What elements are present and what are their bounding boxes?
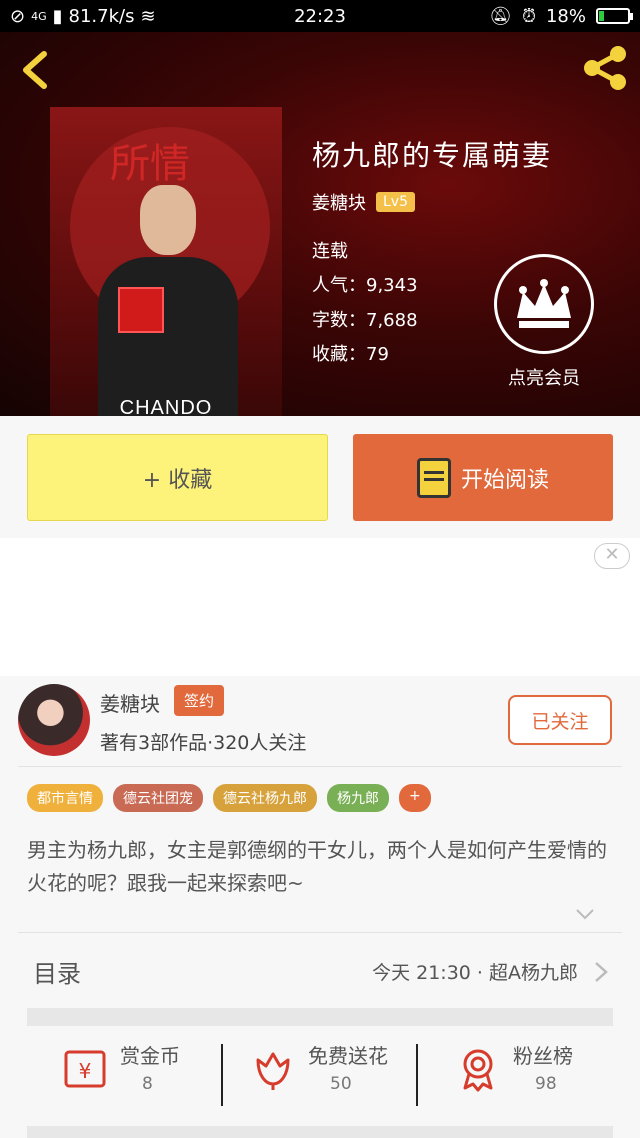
stat-value: 8 bbox=[142, 1074, 153, 1094]
medal-icon bbox=[463, 1049, 493, 1092]
book-author[interactable]: 姜糖块 bbox=[312, 189, 366, 215]
author-info: 著有3部作品·320人关注 bbox=[100, 732, 307, 754]
fan-ranking[interactable]: 粉丝榜 98 bbox=[455, 1040, 640, 1110]
crown-icon bbox=[517, 279, 571, 328]
author-card: 姜糖块 签约 著有3部作品·320人关注 已关注 都市言情 德云社团宠 德云社杨… bbox=[0, 676, 640, 1138]
book-word-count: 字数：7,688 bbox=[312, 310, 418, 331]
add-tag-button[interactable]: + bbox=[399, 784, 431, 812]
book-popularity: 人气：9,343 bbox=[312, 275, 418, 296]
section-separator bbox=[27, 1008, 613, 1026]
chevron-right-icon bbox=[595, 962, 608, 982]
signed-badge: 签约 bbox=[174, 685, 225, 716]
stat-value: 98 bbox=[535, 1074, 557, 1094]
clock: 22:23 bbox=[294, 5, 346, 27]
section-separator bbox=[27, 1126, 613, 1138]
chevron-down-icon[interactable] bbox=[575, 904, 595, 924]
start-reading-button[interactable]: 开始阅读 bbox=[353, 434, 613, 521]
cover-calligraphy: 所情 bbox=[110, 141, 190, 187]
svg-text:¥: ¥ bbox=[79, 1059, 92, 1083]
avatar[interactable] bbox=[18, 684, 90, 756]
no-sim-icon: ⊘ bbox=[10, 5, 26, 27]
stat-name: 粉丝榜 bbox=[513, 1044, 573, 1068]
collect-button[interactable]: + 收藏 bbox=[27, 434, 328, 521]
mute-icon: 🔕︎ bbox=[489, 5, 512, 27]
network-type: 4G bbox=[31, 9, 47, 23]
author-name[interactable]: 姜糖块 bbox=[100, 688, 160, 717]
level-badge: Lv5 bbox=[376, 192, 415, 212]
book-icon bbox=[416, 457, 451, 498]
tag-item[interactable]: 德云社杨九郎 bbox=[213, 784, 317, 812]
stats-bar: ¥ 赏金币 8 免费送花 50 粉丝榜 98 bbox=[0, 1026, 640, 1126]
battery-icon bbox=[596, 8, 633, 24]
latest-chapter: 今天 21:30 · 超A杨九郎 bbox=[372, 962, 578, 984]
table-of-contents-row[interactable]: 目录 今天 21:30 · 超A杨九郎 bbox=[0, 932, 640, 1008]
battery-fill bbox=[599, 11, 605, 21]
book-status: 连载 bbox=[312, 241, 348, 262]
book-author-row: 姜糖块 Lv5 bbox=[312, 189, 415, 215]
book-header: 所情 CHANDO 杨九郎的专属萌妻 姜糖块 Lv5 连载 人气：9,343 字… bbox=[0, 32, 640, 416]
cover-person-head bbox=[140, 185, 196, 255]
cover-brand: CHANDO bbox=[119, 397, 213, 416]
crown-ring bbox=[494, 254, 594, 354]
status-bar: ⊘ 4G ▮ 81.7k/s ≋ 22:23 🔕︎ ⏰︎ 18% bbox=[0, 0, 640, 32]
network-speed: 81.7k/s bbox=[68, 5, 135, 27]
tag-item[interactable]: 德云社团宠 bbox=[113, 784, 203, 812]
stat-separator bbox=[221, 1044, 223, 1106]
back-icon[interactable] bbox=[14, 48, 58, 92]
flower-icon bbox=[256, 1052, 290, 1090]
wifi-icon: ≋ bbox=[140, 5, 156, 27]
action-bar: + 收藏 开始阅读 bbox=[0, 416, 640, 538]
follow-button[interactable]: 已关注 bbox=[508, 695, 612, 745]
share-icon[interactable] bbox=[578, 42, 630, 94]
tag-list: 都市言情 德云社团宠 德云社杨九郎 杨九郎 + bbox=[27, 784, 431, 812]
divider bbox=[18, 766, 622, 767]
start-reading-label: 开始阅读 bbox=[460, 467, 549, 493]
stat-value: 50 bbox=[330, 1074, 352, 1094]
vip-button[interactable]: 点亮会员 bbox=[492, 254, 596, 414]
red-envelope-icon: ¥ bbox=[64, 1050, 106, 1088]
cover-person-body bbox=[98, 257, 238, 416]
cover-gift-box bbox=[118, 287, 164, 333]
book-cover[interactable]: 所情 CHANDO bbox=[50, 107, 282, 416]
vip-label: 点亮会员 bbox=[508, 368, 580, 389]
book-title: 杨九郎的专属萌妻 bbox=[312, 139, 553, 172]
toc-label: 目录 bbox=[33, 960, 81, 988]
stat-name: 赏金币 bbox=[120, 1044, 180, 1068]
alarm-icon: ⏰︎ bbox=[521, 5, 536, 27]
free-flowers[interactable]: 免费送花 50 bbox=[250, 1040, 440, 1110]
tag-item[interactable]: 都市言情 bbox=[27, 784, 103, 812]
battery-percent: 18% bbox=[545, 5, 586, 27]
ad-close-button[interactable]: ✕ bbox=[594, 543, 630, 569]
book-favorites: 收藏：79 bbox=[312, 344, 389, 365]
book-description: 男主为杨九郎，女主是郭德纲的干女儿，两个人是如何产生爱情的火花的呢？跟我一起来探… bbox=[27, 838, 607, 895]
ad-area: ✕ bbox=[0, 538, 640, 676]
reward-coins[interactable]: ¥ 赏金币 8 bbox=[62, 1040, 252, 1110]
stat-name: 免费送花 bbox=[308, 1044, 388, 1068]
signal-icon: ▮ bbox=[52, 5, 63, 27]
stat-separator bbox=[416, 1044, 418, 1106]
tag-item[interactable]: 杨九郎 bbox=[327, 784, 389, 812]
